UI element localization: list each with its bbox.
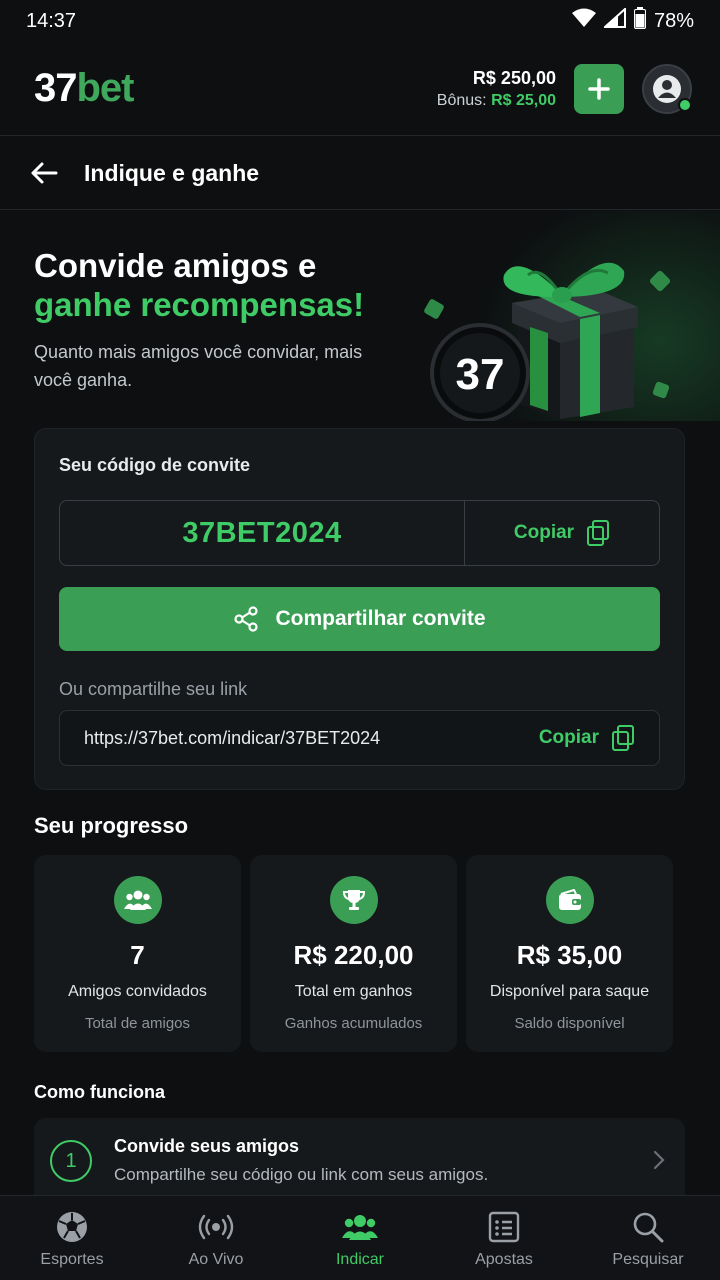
share-link-label: Ou compartilhe seu link	[59, 679, 248, 699]
search-icon	[630, 1209, 666, 1245]
hero-section: Convide amigos e ganhe recompensas! Quan…	[0, 211, 720, 421]
stat-card-earnings: R$ 220,00 Total em ganhos Ganhos acumula…	[250, 855, 457, 1052]
balance-display[interactable]: R$ 250,00 Bônus: R$ 25,00	[437, 66, 556, 112]
status-bar: 14:37 78%	[0, 0, 720, 42]
share-icon	[234, 606, 259, 632]
user-icon	[653, 74, 681, 103]
logo-text: bet	[76, 66, 135, 110]
share-invite-button[interactable]: Compartilhar convite	[59, 587, 660, 651]
nav-item-esportes[interactable]: Esportes	[0, 1196, 144, 1280]
nav-label: Pesquisar	[612, 1251, 684, 1268]
nav-label: Esportes	[40, 1251, 104, 1268]
cellular-signal-icon	[602, 6, 626, 34]
share-invite-label: Compartilhar convite	[275, 607, 486, 630]
users-icon	[342, 1209, 378, 1245]
nav-label: Indicar	[335, 1251, 385, 1268]
stat-card-friends: 7 Amigos convidados Total de amigos	[34, 855, 241, 1052]
balance-amount: R$ 250,00	[472, 67, 556, 88]
stat-label: Disponível para saque	[489, 983, 650, 1000]
battery-icon	[633, 7, 646, 35]
logo[interactable]: 37bet	[34, 66, 135, 111]
arrow-left-icon	[31, 162, 58, 184]
header-actions: R$ 250,00 Bônus: R$ 25,00	[437, 63, 692, 114]
bottom-navigation: Esportes Ao Vivo Indicar Apostas Pesquis…	[0, 1195, 720, 1280]
battery-percent: 78%	[653, 9, 694, 32]
invite-link-url[interactable]: https://37bet.com/indicar/37BET2024	[84, 728, 380, 749]
app-header: 37bet R$ 250,00 Bônus: R$ 25,00	[0, 42, 720, 136]
soccer-ball-icon	[54, 1209, 90, 1245]
step-title: Convide seus amigos	[114, 1136, 300, 1156]
hero-title: Convide amigos e ganhe recompensas!	[34, 247, 364, 325]
status-time: 14:37	[26, 9, 77, 32]
gift-box-illustration: 37	[424, 262, 671, 421]
wallet-icon	[545, 876, 594, 924]
bonus-row: Bônus: R$ 25,00	[437, 90, 556, 112]
step-description: Compartilhe seu código ou link com seus …	[114, 1165, 489, 1184]
step-item[interactable]: 1 Convide seus amigos Compartilhe seu có…	[34, 1118, 685, 1198]
hero-title-line2: ganhe recompensas!	[34, 285, 365, 323]
page-title: Indique e ganhe	[84, 159, 260, 186]
how-it-works-title: Como funciona	[34, 1082, 165, 1102]
hero-subtitle: Quanto mais amigos você convidar, mais v…	[34, 342, 363, 390]
invite-link-box: https://37bet.com/indicar/37BET2024 Copi…	[59, 710, 660, 766]
nav-item-apostas[interactable]: Apostas	[432, 1196, 576, 1280]
progress-title: Seu progresso	[34, 813, 189, 838]
stat-value: R$ 35,00	[516, 940, 623, 970]
live-broadcast-icon	[198, 1209, 234, 1245]
stat-card-withdraw: R$ 35,00 Disponível para saque Saldo dis…	[466, 855, 673, 1052]
copy-icon	[587, 520, 610, 546]
step-number: 1	[50, 1140, 92, 1182]
copy-link-label: Copiar	[538, 727, 599, 748]
stat-label: Amigos convidados	[68, 983, 207, 1000]
invite-code-label: Seu código de convite	[59, 455, 251, 475]
deposit-button[interactable]	[574, 63, 624, 114]
nav-label: Apostas	[475, 1251, 533, 1268]
bonus-label: Bônus:	[436, 91, 487, 109]
copy-code-label: Copiar	[513, 522, 575, 543]
users-icon	[113, 876, 162, 924]
nav-item-pesquisar[interactable]: Pesquisar	[576, 1196, 720, 1280]
copy-code-button[interactable]: Copiar	[465, 501, 659, 565]
nav-item-ao-vivo[interactable]: Ao Vivo	[144, 1196, 288, 1280]
logo-number: 37	[34, 66, 77, 110]
stat-sublabel: Saldo disponível	[514, 1015, 625, 1032]
wifi-icon	[571, 8, 596, 34]
invite-code-box: 37BET2024 Copiar	[59, 500, 660, 566]
trophy-icon	[329, 876, 378, 924]
invite-code: 37BET2024	[60, 501, 465, 565]
coin-badge-text: 37	[456, 350, 505, 399]
status-icons: 78%	[571, 6, 694, 35]
stat-label: Total em ganhos	[294, 983, 413, 1000]
nav-item-indicar[interactable]: Indicar	[288, 1196, 432, 1280]
hero-title-line1: Convide amigos e	[34, 247, 317, 284]
stat-sublabel: Total de amigos	[84, 1015, 191, 1032]
nav-label: Ao Vivo	[188, 1251, 244, 1268]
copy-icon	[612, 725, 634, 751]
stat-value: R$ 220,00	[293, 940, 414, 970]
plus-icon	[588, 77, 610, 100]
back-button[interactable]	[30, 158, 60, 188]
chevron-right-icon	[653, 1150, 665, 1170]
bonus-amount: R$ 25,00	[491, 91, 556, 109]
invite-card: Seu código de convite 37BET2024 Copiar C…	[34, 428, 685, 790]
page-header: Indique e ganhe	[0, 137, 720, 210]
bet-slip-icon	[486, 1209, 522, 1245]
copy-link-button[interactable]: Copiar	[539, 725, 635, 751]
online-status-dot	[678, 97, 692, 112]
avatar[interactable]	[642, 63, 692, 114]
stat-sublabel: Ganhos acumulados	[284, 1015, 423, 1032]
stat-value: 7	[130, 940, 145, 970]
